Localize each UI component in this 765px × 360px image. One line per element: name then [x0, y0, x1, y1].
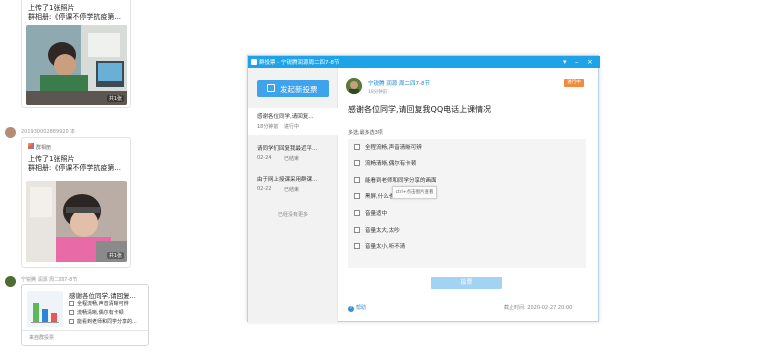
photo-message-card[interactable]: 上传了1张照片 群相册:《停课不停学抗疫第... 共1张: [21, 0, 131, 108]
photo-thumbnail[interactable]: 共1张: [26, 25, 127, 105]
vote-item-status: 已结束: [284, 156, 300, 162]
avatar[interactable]: [5, 276, 16, 287]
vote-item-title: 由于网上授课采用群课...: [257, 177, 318, 183]
chat-window: 上传了1张照片 群相册:《停课不停学抗疫第... 共1张 20193000288…: [0, 0, 765, 360]
album-link[interactable]: 群相册:《停课不停学抗疫第...: [28, 12, 121, 22]
vote-chart-icon: [27, 291, 63, 327]
edit-icon: [267, 84, 275, 92]
avatar[interactable]: [5, 127, 16, 138]
vote-title: 感谢各位同学,请回复...: [69, 292, 136, 300]
student-photo: [26, 25, 127, 105]
vote-list-item[interactable]: 感谢各位同学,请回复... 18分钟前 进行中: [248, 108, 338, 135]
album-icon: [28, 143, 34, 149]
deadline-text: 截止时间: 2020-02-27 20:00: [504, 305, 573, 311]
album-link[interactable]: 群相册:《停课不停学抗疫第...: [28, 163, 121, 173]
vote-item-status: 已结束: [284, 187, 300, 193]
group-album-label: 群相册: [36, 145, 52, 151]
checkbox[interactable]: [354, 144, 360, 150]
vote-item-status: 进行中: [284, 124, 300, 130]
vote-item-date: 18分钟前: [257, 124, 279, 130]
vote-option[interactable]: 黑屏,什么也看不见: [348, 188, 586, 204]
vote-option[interactable]: 全程流畅,声音清晰可辨: [348, 139, 586, 155]
vote-option: 流畅清晰,偶尔有卡顿: [77, 310, 124, 316]
no-more-text: 已经没有更多: [277, 212, 308, 218]
vote-option[interactable]: 音量适中: [348, 205, 586, 221]
divider: [22, 330, 148, 331]
checkbox[interactable]: [354, 160, 360, 166]
checkbox-icon: [69, 301, 74, 306]
vote-item-title: 请同学们回复我最近平...: [257, 146, 318, 152]
group-vote-dialog: 群投票 - 宁锐腾润源周二四7-8节 ▾ – × 发起新投票 感谢各位同学,请回…: [247, 55, 600, 323]
vote-app-icon: [251, 59, 257, 65]
vote-message-card[interactable]: 感谢各位同学,请回复... 全程流畅,声音清晰可辨 流畅清晰,偶尔有卡顿 能看到…: [21, 284, 149, 346]
close-icon[interactable]: ×: [587, 58, 593, 66]
vote-option[interactable]: 流畅清晰,偶尔有卡顿: [348, 155, 586, 171]
vote-list-item[interactable]: 由于网上授课采用群课... 02-22 已结束: [248, 171, 338, 198]
photo-count: 共1张: [106, 252, 124, 259]
photo-message-card[interactable]: 群相册 上传了1张照片 群相册:《停课不停学抗疫第... 共1张: [21, 137, 131, 268]
checkbox-icon: [69, 319, 74, 324]
dialog-titlebar[interactable]: 群投票 - 宁锐腾润源周二四7-8节 ▾ – ×: [248, 56, 600, 68]
vote-button[interactable]: 投票: [431, 277, 502, 289]
multi-select-hint: 多选,最多选3项: [348, 130, 383, 136]
vote-author[interactable]: 宁锐腾 润源 周二四7-8节: [368, 79, 430, 87]
checkbox-icon: [69, 310, 74, 315]
help-link[interactable]: ? 帮助: [348, 304, 366, 312]
vote-options: 全程流畅,声音清晰可辨 流畅清晰,偶尔有卡顿 能看到老师和同学分享的画面 黑屏,…: [348, 139, 586, 268]
vote-option: 能看到老师和同学分享的...: [77, 319, 137, 325]
minimize-icon[interactable]: –: [575, 58, 579, 66]
checkbox[interactable]: [354, 193, 360, 199]
help-icon: ?: [348, 306, 354, 312]
vote-item-date: 02-24: [257, 155, 272, 161]
vote-question: 感谢各位同学,请回复我QQ电话上课情况: [348, 105, 492, 114]
sender-name: 201930002889920 本: [21, 129, 76, 135]
vote-source: 来自群投票: [29, 335, 55, 341]
checkbox[interactable]: [354, 227, 360, 233]
vote-item-title: 感谢各位同学,请回复...: [257, 114, 314, 120]
photo-count: 共1张: [106, 95, 124, 102]
status-badge: 进行中: [564, 79, 584, 87]
vote-list-item[interactable]: 请同学们回复我最近平... 02-24 已结束: [248, 140, 338, 167]
sender-name: 宁锐腾 润源 周二四7-8节: [21, 277, 78, 283]
avatar[interactable]: [346, 78, 362, 94]
checkbox[interactable]: [354, 177, 360, 183]
student-photo: [26, 181, 127, 262]
vote-list-sidebar: 发起新投票 感谢各位同学,请回复... 18分钟前 进行中 请同学们回复我最近平…: [248, 68, 338, 323]
new-vote-button[interactable]: 发起新投票: [257, 80, 329, 97]
feedback-icon[interactable]: ▾: [563, 58, 567, 66]
dialog-title: 群投票 - 宁锐腾润源周二四7-8节: [259, 60, 340, 66]
vote-option: 全程流畅,声音清晰可辨: [77, 301, 129, 307]
vote-time: 18分钟前: [368, 90, 388, 95]
vote-option[interactable]: 音量太小,听不清: [348, 238, 586, 254]
photo-thumbnail[interactable]: 共1张: [26, 181, 127, 262]
tooltip: ctrl+点击图片查看: [392, 186, 437, 199]
vote-option[interactable]: 音量太大,太吵: [348, 222, 586, 238]
vote-item-date: 02-22: [257, 186, 272, 192]
checkbox[interactable]: [354, 210, 360, 216]
vote-option[interactable]: 能看到老师和同学分享的画面: [348, 172, 586, 188]
vote-detail-panel: 宁锐腾 润源 周二四7-8节 18分钟前 进行中 感谢各位同学,请回复我QQ电话…: [338, 68, 600, 323]
checkbox[interactable]: [354, 243, 360, 249]
